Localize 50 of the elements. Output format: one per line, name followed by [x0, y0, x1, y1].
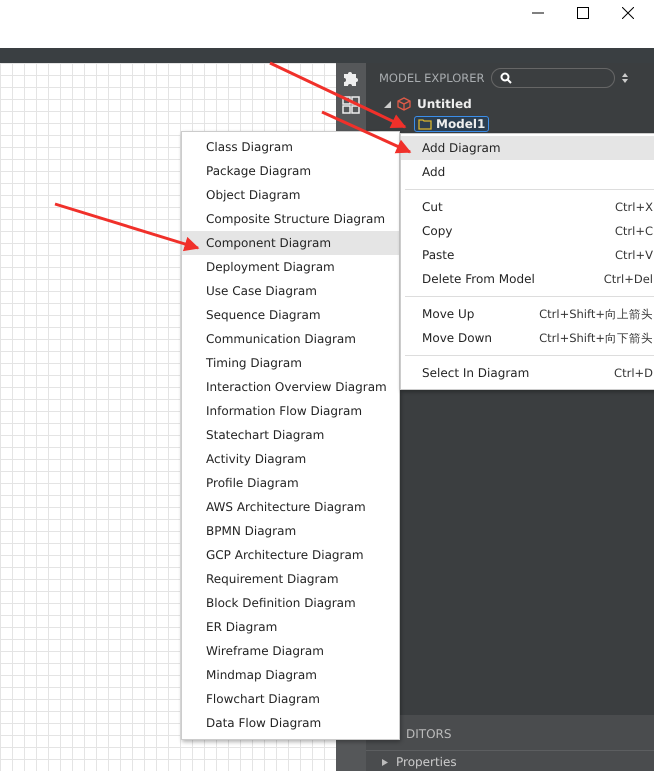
- menu-item[interactable]: Deployment Diagram: [182, 255, 399, 279]
- menu-item[interactable]: Object Diagram: [182, 183, 399, 207]
- maximize-icon[interactable]: [577, 7, 589, 19]
- menu-item[interactable]: Communication Diagram: [182, 327, 399, 351]
- grid-icon[interactable]: [342, 96, 360, 114]
- menu-item[interactable]: Activity Diagram: [182, 447, 399, 471]
- menu-item[interactable]: Information Flow Diagram: [182, 399, 399, 423]
- menu-item[interactable]: BPMN Diagram: [182, 519, 399, 543]
- panel-title: MODEL EXPLORER: [379, 71, 485, 85]
- menu-item[interactable]: Statechart Diagram: [182, 423, 399, 447]
- menu-item[interactable]: Package Diagram: [182, 159, 399, 183]
- menu-item[interactable]: Flowchart Diagram: [182, 687, 399, 711]
- expand-arrow-icon[interactable]: [382, 758, 388, 766]
- menu-item[interactable]: Block Definition Diagram: [182, 591, 399, 615]
- menu-item[interactable]: Copy Ctrl+C: [401, 219, 654, 243]
- menu-item[interactable]: Sequence Diagram: [182, 303, 399, 327]
- menu-item[interactable]: Mindmap Diagram: [182, 663, 399, 687]
- tree-item[interactable]: Model1: [414, 116, 490, 132]
- menu-item[interactable]: AWS Architecture Diagram: [182, 495, 399, 519]
- section-title: DITORS: [406, 727, 452, 741]
- menu-item[interactable]: Move Up Ctrl+Shift+向上箭头: [401, 302, 654, 326]
- menu-item[interactable]: Paste Ctrl+V: [401, 243, 654, 267]
- tree-item[interactable]: Untitled: [417, 97, 472, 111]
- menu-item[interactable]: Profile Diagram: [182, 471, 399, 495]
- menu-item[interactable]: Delete From Model Ctrl+Del: [401, 267, 654, 291]
- menu-item[interactable]: Timing Diagram: [182, 351, 399, 375]
- menu-item[interactable]: Add: [401, 160, 654, 184]
- menu-item[interactable]: Component Diagram: [182, 231, 399, 255]
- puzzle-icon[interactable]: [342, 69, 360, 87]
- close-icon[interactable]: [622, 7, 634, 19]
- search-field[interactable]: [490, 68, 615, 88]
- menu-item[interactable]: Interaction Overview Diagram: [182, 375, 399, 399]
- menu-item[interactable]: Move Down Ctrl+Shift+向下箭头: [401, 326, 654, 350]
- menu-item[interactable]: Requirement Diagram: [182, 567, 399, 591]
- sort-icon[interactable]: [620, 72, 629, 84]
- menu-item[interactable]: Class Diagram: [182, 135, 399, 159]
- menu-item[interactable]: GCP Architecture Diagram: [182, 543, 399, 567]
- menu-item[interactable]: Data Flow Diagram: [182, 711, 399, 735]
- menu-item[interactable]: Select In Diagram Ctrl+D: [401, 361, 654, 385]
- section-item[interactable]: Properties: [396, 755, 457, 769]
- expand-arrow-icon[interactable]: [384, 100, 391, 108]
- menu-item[interactable]: ER Diagram: [182, 615, 399, 639]
- menu-item[interactable]: Use Case Diagram: [182, 279, 399, 303]
- menu-item[interactable]: Composite Structure Diagram: [182, 207, 399, 231]
- menu-item[interactable]: Cut Ctrl+X: [401, 195, 654, 219]
- menu-item[interactable]: Wireframe Diagram: [182, 639, 399, 663]
- search-icon: [500, 72, 512, 84]
- cube-icon: [397, 97, 411, 111]
- menu-item[interactable]: Add Diagram: [401, 136, 654, 160]
- folder-icon: [418, 118, 432, 130]
